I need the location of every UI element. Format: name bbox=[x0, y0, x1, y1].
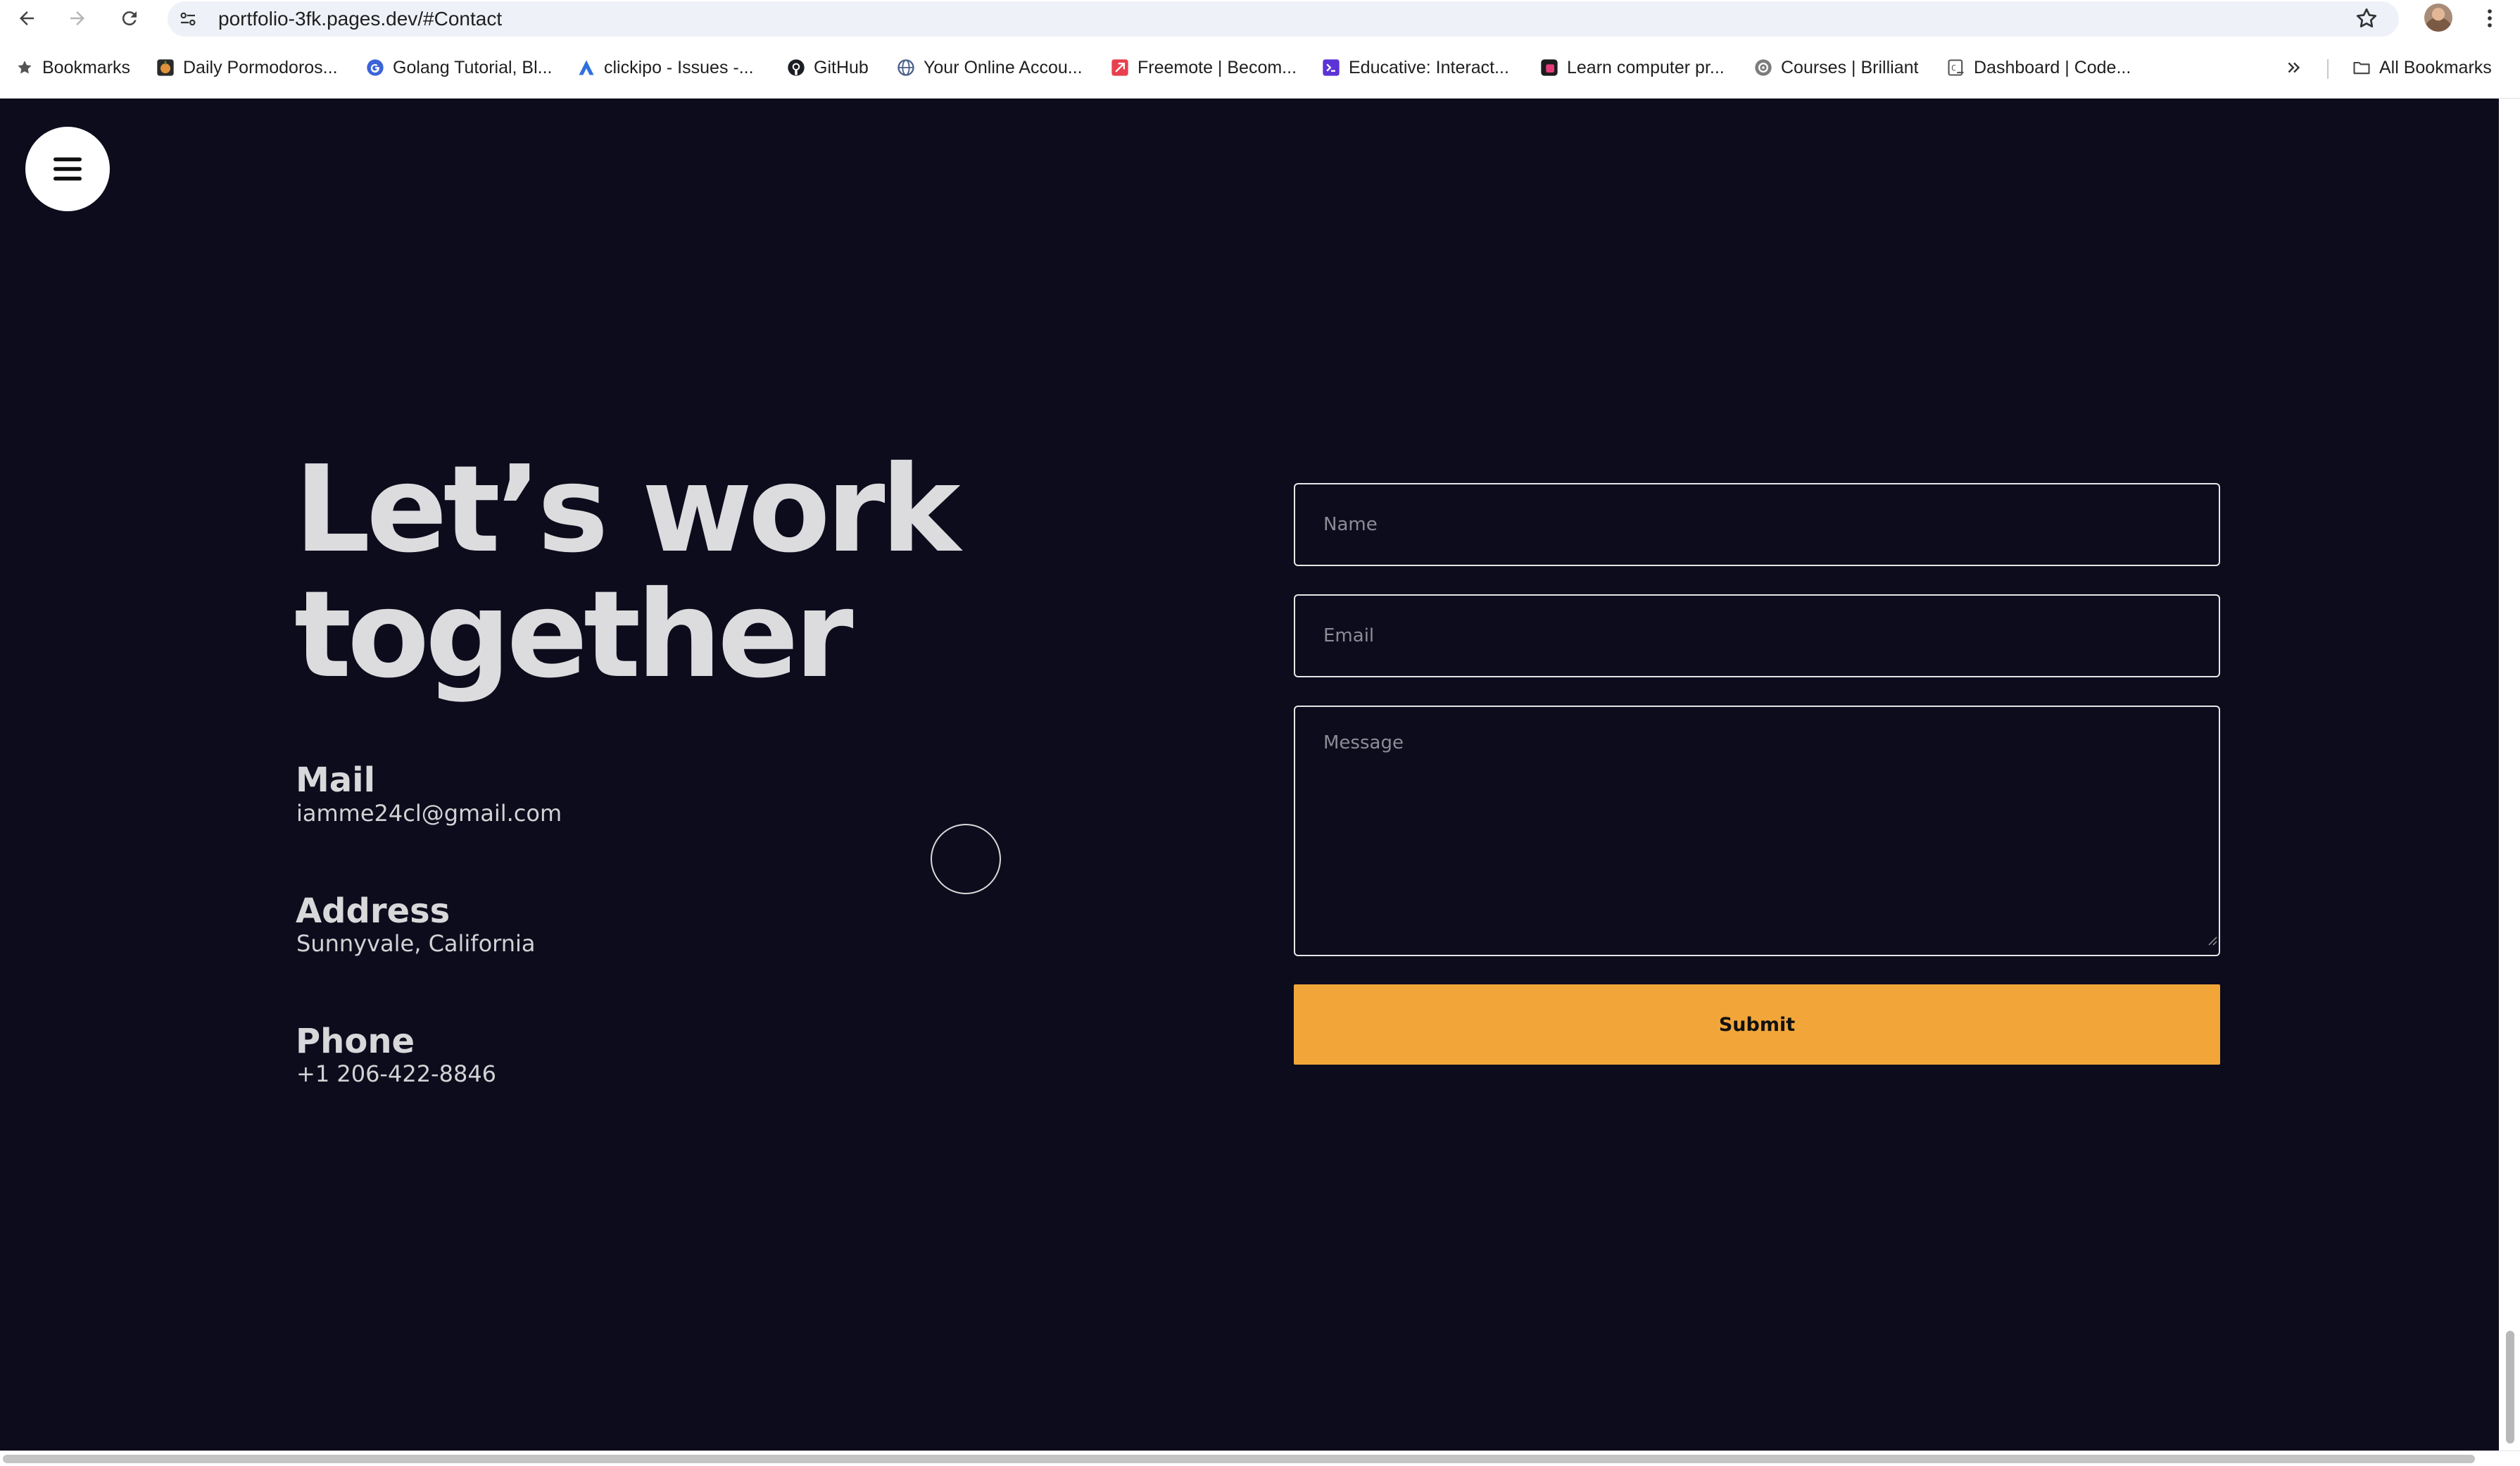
star-icon[interactable] bbox=[2354, 6, 2379, 31]
custom-cursor-circle bbox=[931, 824, 1001, 894]
code-favicon-icon: C bbox=[1946, 57, 1967, 78]
reload-button[interactable] bbox=[115, 4, 144, 32]
site-settings-icon[interactable] bbox=[177, 8, 199, 30]
mail-value: iamme24cl@gmail.com bbox=[296, 800, 562, 827]
forward-arrow-icon bbox=[70, 11, 84, 25]
phone-value: +1 206-422-8846 bbox=[296, 1060, 497, 1087]
headline-line-2: together bbox=[294, 565, 853, 705]
bookmark-bookmarks[interactable]: Bookmarks bbox=[14, 52, 130, 83]
google-favicon-icon bbox=[365, 57, 386, 78]
github-favicon-icon bbox=[786, 57, 807, 78]
address-value: Sunnyvale, California bbox=[296, 930, 536, 957]
menu-button[interactable] bbox=[25, 127, 110, 211]
vertical-scroll-thumb[interactable] bbox=[2506, 1331, 2514, 1443]
educative-favicon-icon bbox=[1321, 57, 1342, 78]
address-bar[interactable]: portfolio-3fk.pages.dev/#Contact bbox=[168, 1, 2399, 37]
brilliant-favicon-icon bbox=[1753, 57, 1774, 78]
back-arrow-icon bbox=[20, 11, 34, 25]
bookmark-brilliant[interactable]: Courses | Brilliant bbox=[1753, 52, 1918, 83]
bookmark-freemote[interactable]: Freemote | Becom... bbox=[1109, 52, 1297, 83]
folder-icon bbox=[2351, 57, 2372, 78]
bookmark-dashboard-code[interactable]: C Dashboard | Code... bbox=[1946, 52, 2131, 83]
bookmark-label: Daily Pormodoros... bbox=[183, 57, 338, 77]
all-bookmarks-label: All Bookmarks bbox=[2379, 57, 2492, 77]
bookmark-label: Dashboard | Code... bbox=[1974, 57, 2131, 77]
back-button[interactable] bbox=[13, 4, 41, 32]
bookmark-learn-computer[interactable]: Learn computer pr... bbox=[1539, 52, 1725, 83]
browser-toolbar: portfolio-3fk.pages.dev/#Contact bbox=[0, 0, 2520, 37]
bookmark-label: Educative: Interact... bbox=[1349, 57, 1509, 77]
url-text[interactable]: portfolio-3fk.pages.dev/#Contact bbox=[218, 7, 502, 31]
bookmark-online-account[interactable]: Your Online Accou... bbox=[895, 52, 1083, 83]
message-field[interactable] bbox=[1294, 706, 2220, 956]
resize-grip-icon[interactable] bbox=[2206, 934, 2217, 946]
bookmark-label: Courses | Brilliant bbox=[1781, 57, 1919, 77]
globe-favicon-icon bbox=[895, 57, 916, 78]
bookmark-label: GitHub bbox=[814, 57, 869, 77]
address-label: Address bbox=[296, 891, 451, 931]
all-bookmarks-button[interactable]: All Bookmarks bbox=[2351, 52, 2492, 83]
bookmark-daily-pomodoros[interactable]: Daily Pormodoros... bbox=[155, 52, 338, 83]
phone-label: Phone bbox=[296, 1022, 415, 1061]
profile-avatar[interactable] bbox=[2424, 4, 2452, 32]
bookmark-label: Freemote | Becom... bbox=[1138, 57, 1297, 77]
bookmark-label: Learn computer pr... bbox=[1567, 57, 1725, 77]
name-field[interactable] bbox=[1294, 483, 2220, 566]
reload-icon bbox=[122, 11, 137, 26]
star-icon bbox=[14, 57, 35, 78]
svg-text:C: C bbox=[1951, 63, 1956, 73]
bookmark-clickipo-issues[interactable]: clickipo - Issues -... bbox=[576, 52, 754, 83]
vertical-scrollbar[interactable] bbox=[2499, 99, 2520, 1451]
page-headline: Let’s work together bbox=[294, 447, 961, 698]
page-viewport: Let’s work together Mail iamme24cl@gmail… bbox=[0, 99, 2499, 1451]
horizontal-scrollbar[interactable] bbox=[0, 1451, 2520, 1466]
mail-label: Mail bbox=[296, 760, 376, 800]
bookmark-golang-tutorial[interactable]: Golang Tutorial, Bl... bbox=[365, 52, 553, 83]
learn-favicon-icon bbox=[1539, 57, 1560, 78]
headline-line-1: Let’s work bbox=[294, 440, 961, 579]
bookmark-educative[interactable]: Educative: Interact... bbox=[1321, 52, 1509, 83]
bookmark-github[interactable]: GitHub bbox=[786, 52, 869, 83]
submit-button[interactable]: Submit bbox=[1294, 984, 2220, 1065]
double-chevron-icon bbox=[2283, 57, 2305, 78]
bookmarks-divider bbox=[2327, 59, 2329, 79]
hamburger-icon bbox=[53, 157, 82, 181]
bookmark-label: clickipo - Issues -... bbox=[604, 57, 754, 77]
bookmark-label: Bookmarks bbox=[42, 57, 131, 77]
vertical-dots-icon[interactable] bbox=[2478, 4, 2502, 32]
forward-button[interactable] bbox=[63, 4, 92, 32]
freemote-favicon-icon bbox=[1109, 57, 1130, 78]
bookmark-label: Your Online Accou... bbox=[924, 57, 1083, 77]
email-field[interactable] bbox=[1294, 594, 2220, 677]
bookmark-label: Golang Tutorial, Bl... bbox=[393, 57, 553, 77]
jira-favicon-icon bbox=[576, 57, 597, 78]
horizontal-scroll-thumb[interactable] bbox=[3, 1455, 2475, 1463]
tomato-favicon-icon bbox=[155, 57, 176, 78]
bookmarks-overflow-button[interactable] bbox=[2283, 52, 2305, 83]
bookmarks-bar: Bookmarks Daily Pormodoros... Golang Tut… bbox=[0, 37, 2520, 99]
